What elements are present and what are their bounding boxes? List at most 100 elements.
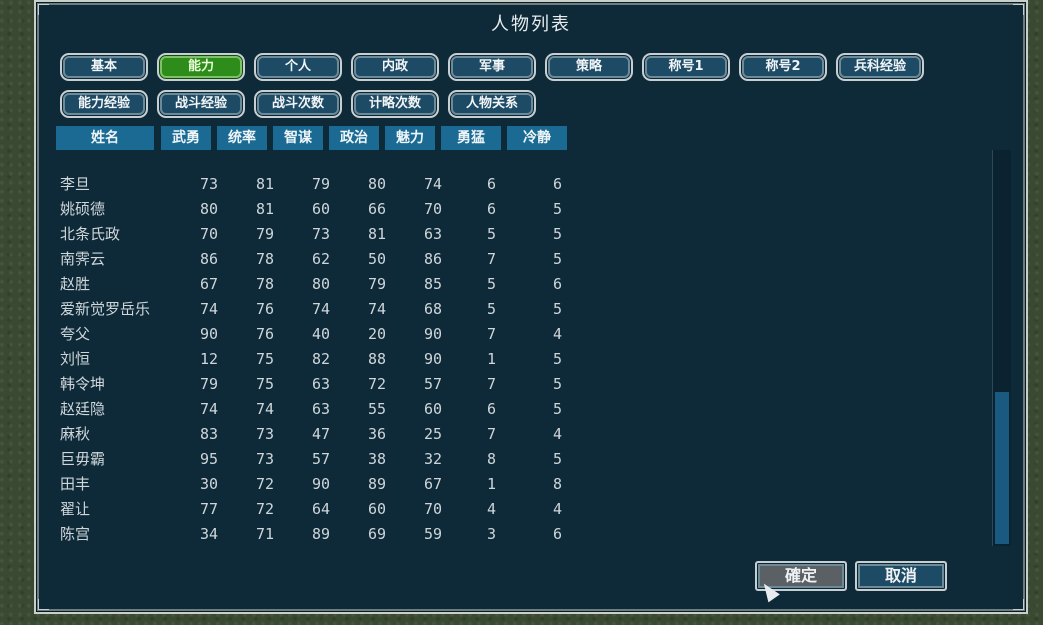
tab-domestic[interactable]: 内政 — [351, 53, 439, 81]
stat-value: 81 — [255, 200, 274, 218]
table-row[interactable]: 韩令坤 79 75 63 72 57 7 5 — [56, 372, 576, 397]
tab-ability-experience[interactable]: 能力经验 — [60, 90, 148, 118]
stat-value: 6 — [486, 400, 496, 418]
table-row[interactable]: 爱新觉罗岳乐 74 76 74 74 68 5 5 — [56, 297, 576, 322]
stat-value: 74 — [255, 400, 274, 418]
tab-basic[interactable]: 基本 — [60, 53, 148, 81]
table-row[interactable]: 姚硕德 80 81 60 66 70 6 5 — [56, 197, 576, 222]
stat-value: 5 — [552, 250, 562, 268]
character-name: 刘恒 — [60, 350, 91, 368]
stat-value: 60 — [311, 200, 330, 218]
stat-value: 60 — [423, 400, 442, 418]
stat-value: 79 — [311, 175, 330, 193]
scrollbar[interactable] — [992, 150, 1011, 546]
stat-value: 5 — [486, 225, 496, 243]
stat-value: 70 — [423, 200, 442, 218]
character-name: 爱新觉罗岳乐 — [60, 300, 151, 318]
stat-value: 74 — [311, 300, 330, 318]
column-header-politics[interactable]: 政治 — [329, 126, 379, 150]
table-row[interactable]: 夸父 90 76 40 20 90 7 4 — [56, 322, 576, 347]
stat-value: 5 — [552, 200, 562, 218]
stat-value: 75 — [255, 375, 274, 393]
column-header-leadership[interactable]: 统率 — [217, 126, 267, 150]
stat-value: 79 — [367, 275, 386, 293]
character-name: 巨毋霸 — [60, 450, 106, 468]
stat-value: 1 — [486, 350, 496, 368]
tab-troop-experience[interactable]: 兵科经验 — [836, 53, 924, 81]
stat-value: 5 — [486, 275, 496, 293]
stat-value: 12 — [199, 350, 218, 368]
column-header-intelligence[interactable]: 智谋 — [273, 126, 323, 150]
stat-value: 81 — [367, 225, 386, 243]
tab-stratagem-count[interactable]: 计略次数 — [351, 90, 439, 118]
stat-value: 67 — [423, 475, 442, 493]
stat-value: 74 — [423, 175, 442, 193]
frame-corner-ornament — [1013, 599, 1024, 610]
stat-value: 4 — [552, 425, 562, 443]
table-row[interactable]: 刘恒 12 75 82 88 90 1 5 — [56, 347, 576, 372]
table-row[interactable]: 赵胜 67 78 80 79 85 5 6 — [56, 272, 576, 297]
stat-value: 20 — [367, 325, 386, 343]
cancel-button[interactable]: 取消 — [855, 561, 947, 591]
character-name: 夸父 — [60, 325, 91, 343]
column-header-valor[interactable]: 武勇 — [161, 126, 211, 150]
stat-value: 80 — [367, 175, 386, 193]
stat-value: 6 — [486, 200, 496, 218]
character-name: 赵廷隐 — [60, 400, 106, 418]
stat-value: 47 — [311, 425, 330, 443]
stat-value: 66 — [367, 200, 386, 218]
tab-strategy[interactable]: 策略 — [545, 53, 633, 81]
tab-title-1[interactable]: 称号1 — [642, 53, 730, 81]
stat-value: 80 — [199, 200, 218, 218]
table-row[interactable]: 李旦 73 81 79 80 74 6 6 — [56, 172, 576, 197]
stat-value: 75 — [255, 350, 274, 368]
stat-value: 5 — [552, 300, 562, 318]
table-row[interactable]: 南霁云 86 78 62 50 86 7 5 — [56, 247, 576, 272]
tab-military[interactable]: 军事 — [448, 53, 536, 81]
table-row[interactable]: 翟让 77 72 64 60 70 4 4 — [56, 497, 576, 522]
tab-battle-experience[interactable]: 战斗经验 — [157, 90, 245, 118]
stat-value: 38 — [367, 450, 386, 468]
tab-title-2[interactable]: 称号2 — [739, 53, 827, 81]
stat-value: 6 — [552, 525, 562, 543]
stat-value: 57 — [423, 375, 442, 393]
stat-value: 30 — [199, 475, 218, 493]
character-list-window: 人物列表 基本 能力 个人 内政 军事 策略 称号1 称号2 兵科经验 能力经验… — [34, 0, 1028, 614]
character-name: 麻秋 — [60, 425, 91, 443]
character-name: 翟让 — [60, 500, 91, 518]
stat-value: 73 — [199, 175, 218, 193]
stat-value: 5 — [552, 450, 562, 468]
stat-value: 36 — [367, 425, 386, 443]
column-header-bravery[interactable]: 勇猛 — [441, 126, 501, 150]
column-header-charisma[interactable]: 魅力 — [385, 126, 435, 150]
table-row[interactable]: 田丰 30 72 90 89 67 1 8 — [56, 472, 576, 497]
stat-value: 55 — [367, 400, 386, 418]
table-row[interactable]: 陈宫 34 71 89 69 59 3 6 — [56, 522, 576, 547]
stat-value: 6 — [552, 175, 562, 193]
table-row[interactable]: 赵廷隐 74 74 63 55 60 6 5 — [56, 397, 576, 422]
tab-personal[interactable]: 个人 — [254, 53, 342, 81]
stat-value: 74 — [199, 300, 218, 318]
stat-value: 88 — [367, 350, 386, 368]
column-header-name[interactable]: 姓名 — [56, 126, 154, 150]
tab-battle-count[interactable]: 战斗次数 — [254, 90, 342, 118]
stat-value: 78 — [255, 275, 274, 293]
stat-value: 64 — [311, 500, 330, 518]
stat-value: 81 — [255, 175, 274, 193]
stat-value: 32 — [423, 450, 442, 468]
column-header-calmness[interactable]: 冷静 — [507, 126, 567, 150]
table-row[interactable]: 麻秋 83 73 47 36 25 7 4 — [56, 422, 576, 447]
character-name: 田丰 — [60, 475, 91, 493]
table-row[interactable]: 北条氏政 70 79 73 81 63 5 5 — [56, 222, 576, 247]
table-row[interactable]: 巨毋霸 95 73 57 38 32 8 5 — [56, 447, 576, 472]
stat-value: 69 — [367, 525, 386, 543]
stat-value: 76 — [255, 325, 274, 343]
stat-value: 63 — [423, 225, 442, 243]
stat-value: 73 — [255, 450, 274, 468]
stat-value: 57 — [311, 450, 330, 468]
stat-value: 5 — [552, 225, 562, 243]
tab-ability[interactable]: 能力 — [157, 53, 245, 81]
tab-relations[interactable]: 人物关系 — [448, 90, 536, 118]
stat-value: 1 — [486, 475, 496, 493]
scrollbar-thumb[interactable] — [995, 392, 1009, 544]
